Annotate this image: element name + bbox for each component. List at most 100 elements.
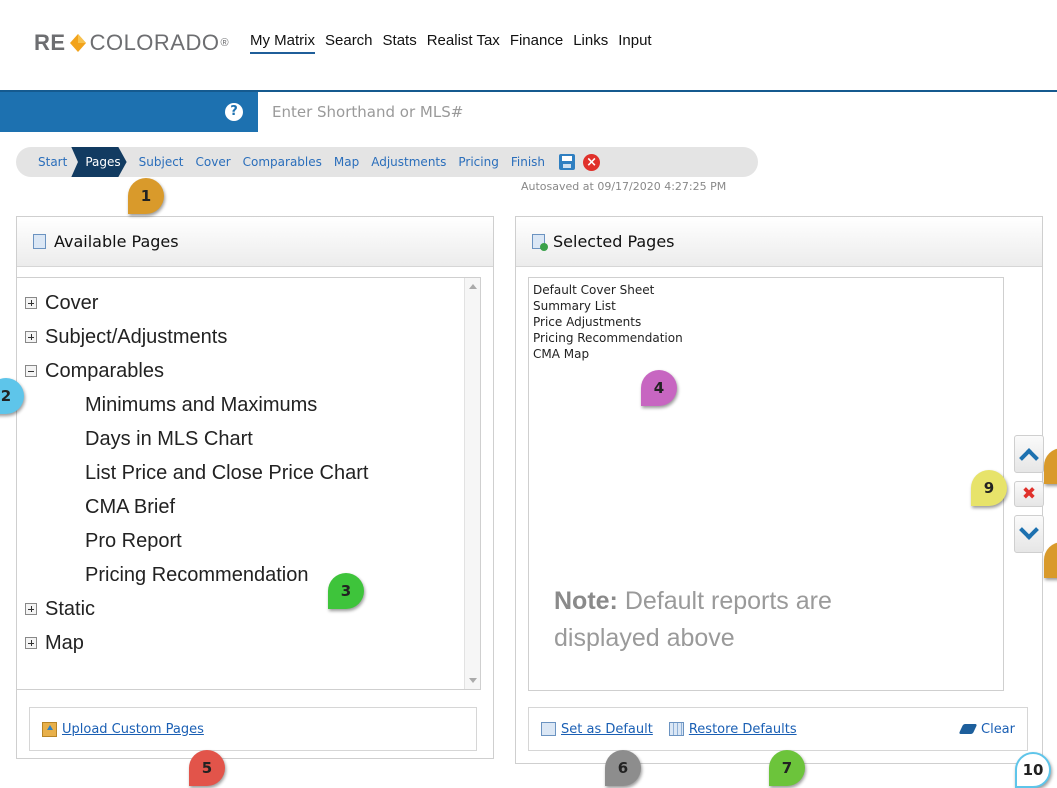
chevron-down-icon (1019, 520, 1039, 540)
callout-5: 5 (189, 750, 225, 786)
callout-number: 4 (653, 379, 665, 397)
selected-pages-title: Selected Pages (553, 232, 675, 251)
scroll-up-icon[interactable] (469, 284, 477, 289)
tree-child-list-close-price-chart[interactable]: List Price and Close Price Chart (25, 456, 480, 490)
collapse-icon[interactable] (25, 365, 37, 377)
callout-number: 3 (340, 582, 352, 600)
default-reports-note: Note: Default reports are displayed abov… (554, 583, 934, 657)
callout-11-partial (1044, 542, 1057, 578)
list-item[interactable]: Price Adjustments (533, 314, 999, 330)
selected-pages-panel: Selected Pages Default Cover Sheet Summa… (515, 216, 1044, 764)
upload-custom-pages-link[interactable]: Upload Custom Pages (62, 722, 204, 737)
chevron-up-icon (1019, 448, 1039, 468)
crumb-cover[interactable]: Cover (196, 155, 231, 169)
tree-child-cma-brief[interactable]: CMA Brief (25, 490, 480, 524)
crumb-pricing[interactable]: Pricing (458, 155, 498, 169)
logo-suffix: COLORADO (89, 30, 220, 55)
tree-label: Subject/Adjustments (45, 325, 228, 348)
nav-stats[interactable]: Stats (383, 32, 417, 54)
nav-my-matrix[interactable]: My Matrix (250, 32, 315, 54)
callout-3: 3 (328, 573, 364, 609)
nav-input[interactable]: Input (618, 32, 651, 54)
tree-scrollbar[interactable] (464, 278, 480, 689)
search-bar: ? (0, 90, 1057, 132)
crumb-map[interactable]: Map (334, 155, 359, 169)
expand-icon[interactable] (25, 297, 37, 309)
tree-item-subject-adjustments[interactable]: Subject/Adjustments (25, 320, 480, 354)
move-up-button[interactable] (1014, 435, 1044, 473)
tree-item-map[interactable]: Map (25, 626, 480, 660)
callout-4: 4 (641, 370, 677, 406)
list-item[interactable]: Default Cover Sheet (533, 282, 999, 298)
crumb-finish[interactable]: Finish (511, 155, 545, 169)
available-pages-header: Available Pages (17, 217, 493, 267)
crumb-pages[interactable]: Pages (71, 147, 127, 177)
upload-icon (42, 721, 57, 737)
expand-icon[interactable] (25, 331, 37, 343)
list-item[interactable]: Pricing Recommendation (533, 330, 999, 346)
top-nav: My Matrix Search Stats Realist Tax Finan… (250, 32, 652, 54)
set-as-default-link[interactable]: Set as Default (561, 722, 653, 737)
shorthand-search-input[interactable] (258, 92, 1057, 132)
list-item[interactable]: Summary List (533, 298, 999, 314)
selected-pages-list[interactable]: Default Cover Sheet Summary List Price A… (528, 277, 1004, 691)
scroll-down-icon[interactable] (469, 678, 477, 683)
tree-child-pricing-recommendation[interactable]: Pricing Recommendation (25, 558, 480, 592)
restore-defaults-link[interactable]: Restore Defaults (689, 722, 797, 737)
restore-defaults-icon (668, 722, 684, 736)
wizard-breadcrumb: Start Pages Subject Cover Comparables Ma… (16, 147, 758, 177)
crumb-adjustments[interactable]: Adjustments (371, 155, 446, 169)
callout-9: 9 (971, 470, 1007, 506)
callout-number: 6 (617, 759, 629, 777)
callout-number: 7 (781, 759, 793, 777)
help-icon[interactable]: ? (225, 103, 243, 121)
clear-button[interactable]: Clear (958, 721, 1015, 737)
callout-number: 1 (140, 187, 152, 205)
tree-child-pro-report[interactable]: Pro Report (25, 524, 480, 558)
page-icon (33, 234, 46, 249)
callout-10: 10 (1015, 752, 1051, 788)
selected-pages-footer: Set as Default Restore Defaults Clear (528, 707, 1028, 751)
callout-7: 7 (769, 750, 805, 786)
list-item[interactable]: CMA Map (533, 346, 999, 362)
save-icon[interactable] (559, 154, 576, 170)
available-pages-footer: Upload Custom Pages (29, 707, 477, 751)
nav-links[interactable]: Links (573, 32, 608, 54)
nav-realist-tax[interactable]: Realist Tax (427, 32, 500, 54)
callout-number: 9 (983, 479, 995, 497)
nav-search[interactable]: Search (325, 32, 373, 54)
move-down-button[interactable] (1014, 515, 1044, 553)
recolorado-logo[interactable]: RE COLORADO ® (34, 30, 229, 56)
callout-1: 1 (128, 178, 164, 214)
autosave-status: Autosaved at 09/17/2020 4:27:25 PM (521, 180, 727, 193)
tree-child-days-in-mls-chart[interactable]: Days in MLS Chart (25, 422, 480, 456)
eraser-icon (958, 724, 978, 734)
expand-icon[interactable] (25, 637, 37, 649)
tree-label: Comparables (45, 359, 164, 382)
breadcrumb-actions: × (559, 153, 601, 171)
expand-icon[interactable] (25, 603, 37, 615)
tree-label: Static (45, 597, 96, 620)
tree-item-cover[interactable]: Cover (25, 286, 480, 320)
close-icon[interactable]: × (583, 153, 601, 171)
logo-leaf-icon (69, 34, 86, 52)
reorder-controls: ✖ (1014, 435, 1044, 553)
crumb-comparables[interactable]: Comparables (243, 155, 322, 169)
callout-8-partial (1044, 448, 1057, 484)
callout-number: 5 (201, 759, 213, 777)
callout-6: 6 (605, 750, 641, 786)
note-label: Note: (554, 587, 618, 615)
crumb-start[interactable]: Start (38, 155, 67, 169)
crumb-subject[interactable]: Subject (139, 155, 184, 169)
tree-item-comparables[interactable]: Comparables (25, 354, 480, 388)
tree-item-static[interactable]: Static (25, 592, 480, 626)
nav-finance[interactable]: Finance (510, 32, 563, 54)
logo-prefix: RE (34, 30, 66, 55)
available-pages-title: Available Pages (54, 232, 179, 251)
remove-button[interactable]: ✖ (1014, 481, 1044, 507)
clear-label: Clear (981, 721, 1015, 737)
tree-label: Map (45, 631, 84, 654)
callout-number: 10 (1022, 761, 1044, 779)
page-add-icon (532, 234, 548, 251)
tree-child-minimums-maximums[interactable]: Minimums and Maximums (25, 388, 480, 422)
